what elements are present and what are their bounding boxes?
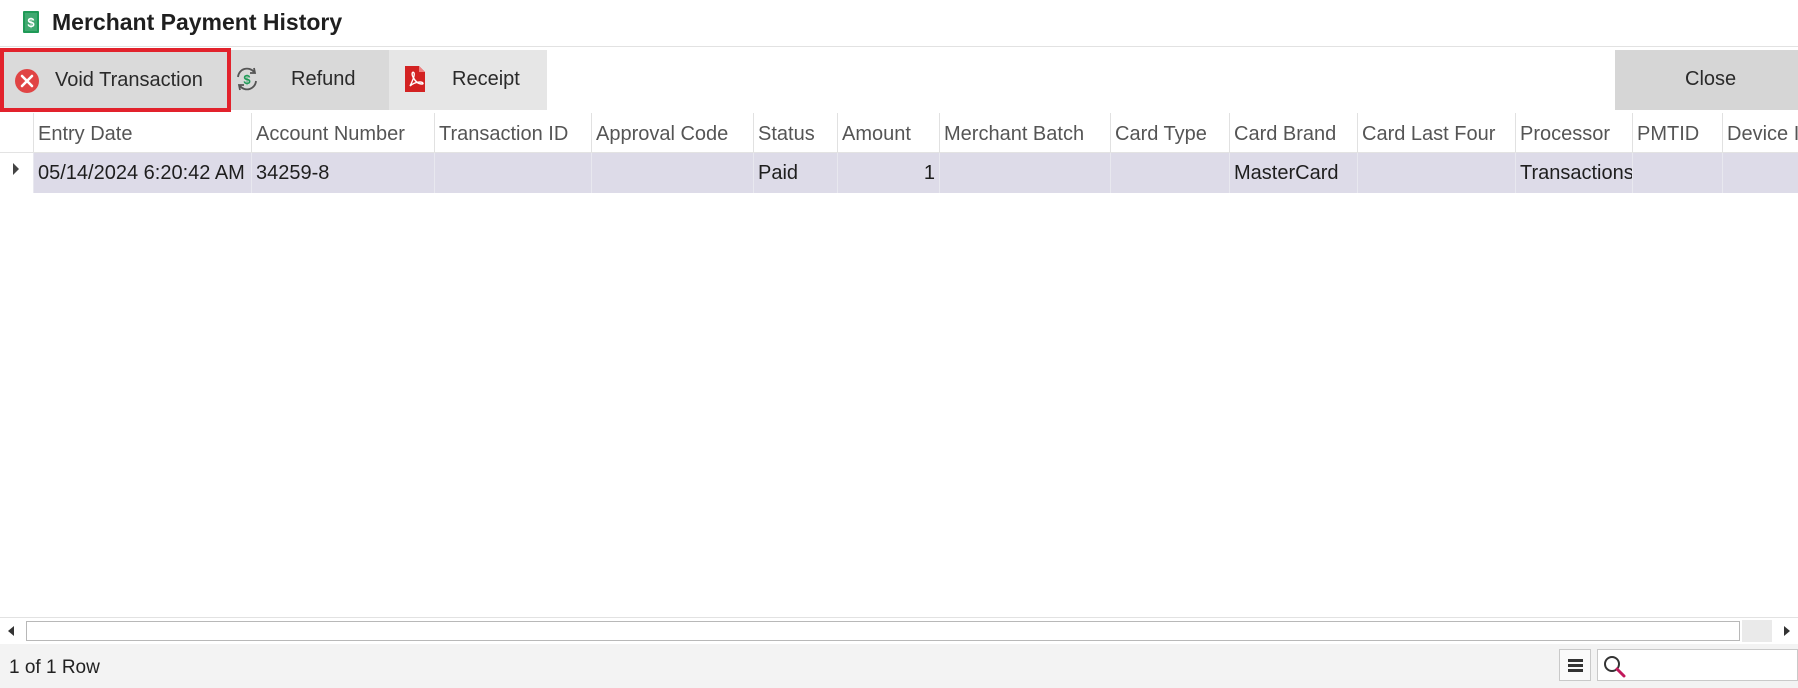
column-header[interactable]: Transaction ID <box>434 113 591 152</box>
window-title: Merchant Payment History <box>52 9 343 35</box>
column-header[interactable]: Status <box>753 113 837 152</box>
receipt-label: Receipt <box>452 68 520 90</box>
toolbar: Void Transaction $ Refund Receipt Close <box>0 48 1798 112</box>
column-header[interactable]: Processor <box>1515 113 1632 152</box>
status-bar: 1 of 1 Row <box>0 644 1798 688</box>
table-cell[interactable] <box>1357 153 1515 193</box>
table-cell[interactable] <box>434 153 591 193</box>
menu-icon-line <box>1568 664 1583 667</box>
close-button[interactable]: Close <box>1615 50 1798 110</box>
column-header[interactable]: Merchant Batch <box>939 113 1110 152</box>
search-icon <box>1604 656 1626 678</box>
grid-header-row: Entry Date Account Number Transaction ID Ap… <box>0 113 1798 153</box>
arrow-right-icon <box>1784 626 1790 636</box>
search-box[interactable] <box>1597 649 1798 681</box>
void-transaction-button[interactable]: Void Transaction <box>0 48 231 112</box>
scrollbar-track[interactable] <box>1742 620 1772 642</box>
column-header[interactable]: Card Type <box>1110 113 1229 152</box>
column-header[interactable]: Amount <box>837 113 939 152</box>
refund-label: Refund <box>291 68 356 90</box>
table-cell[interactable] <box>939 153 1110 193</box>
cancel-circle-icon <box>15 69 39 93</box>
svg-text:$: $ <box>243 72 251 87</box>
table-cell[interactable]: MasterCard <box>1229 153 1357 193</box>
table-cell[interactable]: 1 <box>837 153 939 193</box>
close-label: Close <box>1685 68 1737 90</box>
menu-icon-line <box>1568 669 1583 672</box>
scroll-right-button[interactable] <box>1774 618 1798 644</box>
row-count: 1 of 1 Row <box>9 657 100 678</box>
table-cell[interactable]: Transactions <box>1515 153 1632 193</box>
svg-text:$: $ <box>27 15 35 30</box>
row-pointer-icon <box>13 163 19 175</box>
column-header[interactable]: PMTID <box>1632 113 1722 152</box>
table-cell[interactable]: 34259-8 <box>251 153 434 193</box>
pdf-icon <box>405 66 425 92</box>
refund-button[interactable]: $ Refund <box>231 50 389 110</box>
search-input[interactable] <box>1630 653 1794 679</box>
grid-menu-button[interactable] <box>1559 649 1591 681</box>
column-header[interactable]: Entry Date <box>33 113 251 152</box>
column-header[interactable]: Card Last Four <box>1357 113 1515 152</box>
table-cell[interactable] <box>1110 153 1229 193</box>
scroll-left-button[interactable] <box>0 618 24 644</box>
column-header[interactable]: Approval Code <box>591 113 753 152</box>
row-indicator[interactable] <box>0 153 33 193</box>
receipt-button[interactable]: Receipt <box>389 50 547 110</box>
table-row[interactable]: 05/14/2024 6:20:42 AM 34259-8 Paid 1 MasterC… <box>0 153 1798 193</box>
horizontal-scrollbar[interactable] <box>0 617 1798 645</box>
void-transaction-label: Void Transaction <box>55 69 203 91</box>
table-cell[interactable]: Paid <box>753 153 837 193</box>
table-cell[interactable]: 05/14/2024 6:20:42 AM <box>33 153 251 193</box>
refund-cycle-icon: $ <box>237 67 257 91</box>
table-cell[interactable] <box>1632 153 1722 193</box>
column-header[interactable]: Device I <box>1722 113 1798 152</box>
title-bar: $ Merchant Payment History <box>0 0 1798 47</box>
menu-icon <box>1568 659 1583 662</box>
dollar-document-icon: $ <box>23 11 39 33</box>
column-header[interactable]: Account Number <box>251 113 434 152</box>
table-cell[interactable] <box>591 153 753 193</box>
table-cell[interactable] <box>1722 153 1798 193</box>
arrow-left-icon <box>8 626 14 636</box>
payment-grid: Entry Date Account Number Transaction ID Ap… <box>0 113 1798 616</box>
scrollbar-thumb[interactable] <box>26 621 1740 641</box>
column-header[interactable]: Card Brand <box>1229 113 1357 152</box>
